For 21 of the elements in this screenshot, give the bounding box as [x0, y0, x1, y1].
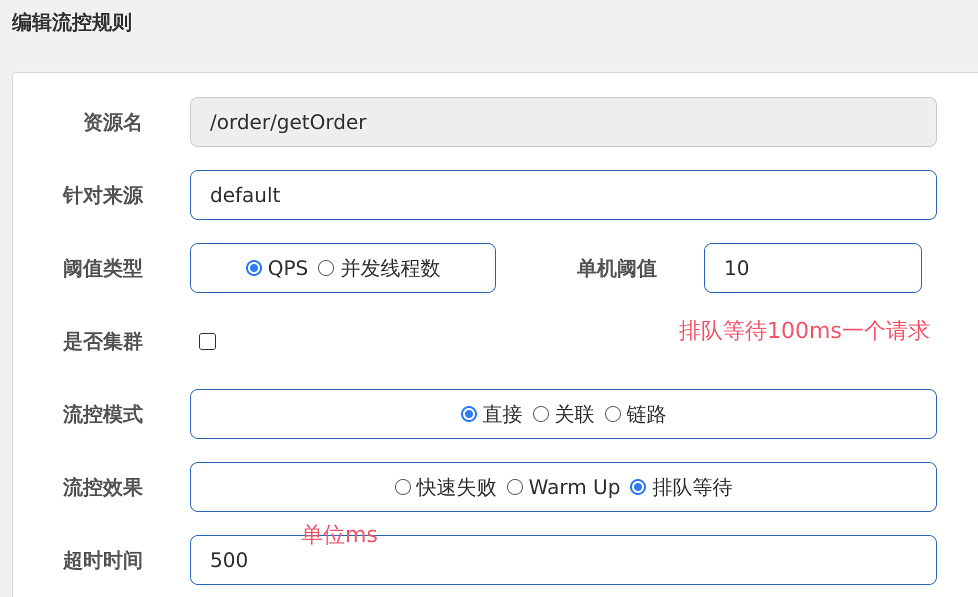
radio-option[interactable]: Warm Up: [506, 475, 620, 499]
radio-option[interactable]: 排队等待: [630, 474, 732, 500]
input-field[interactable]: default: [190, 170, 937, 220]
field-label: 是否集群: [62, 328, 143, 354]
field-label: 单机阈值: [577, 254, 657, 282]
radio-option[interactable]: 并发线程数: [318, 254, 440, 282]
field-label: 超时时间: [62, 546, 143, 574]
field-label: 资源名: [82, 108, 143, 136]
field-label: 流控模式: [62, 400, 143, 428]
checkbox[interactable]: [199, 332, 216, 350]
radio-option[interactable]: QPS: [246, 256, 308, 280]
annotation-text: 排队等待100ms一个请求: [679, 318, 930, 346]
dialog-title: 编辑流控规则: [12, 10, 132, 34]
radio-option[interactable]: 直接: [460, 400, 522, 428]
radio-option[interactable]: 快速失败: [394, 474, 497, 500]
field-label: 阈值类型: [62, 254, 143, 282]
field-label: 流控效果: [62, 474, 143, 500]
input-field[interactable]: 10: [704, 243, 922, 293]
field-label: 针对来源: [61, 182, 143, 208]
radio-option[interactable]: 链路: [604, 400, 666, 428]
radio-option[interactable]: 关联: [532, 400, 594, 428]
